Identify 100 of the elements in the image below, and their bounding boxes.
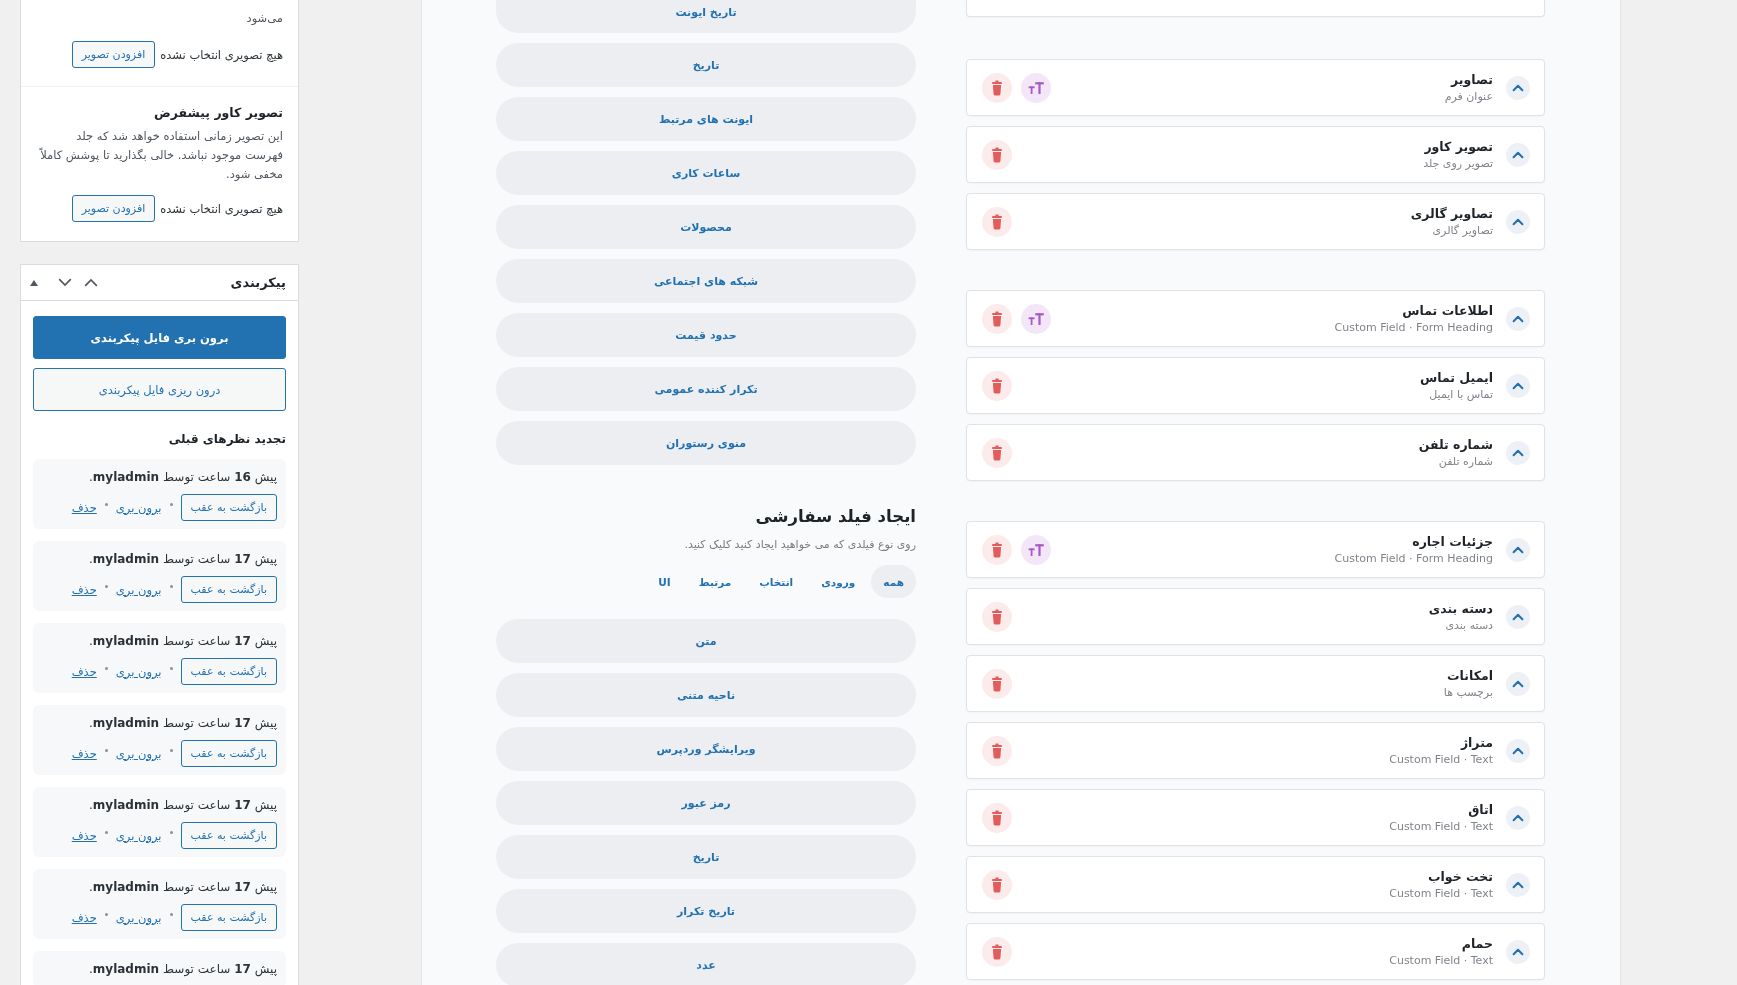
trash-icon[interactable] <box>982 735 1012 766</box>
dot-icon <box>169 831 173 834</box>
trash-icon[interactable] <box>982 534 1012 565</box>
chevron-up-icon[interactable] <box>84 278 98 287</box>
field-title: تصویر کاور <box>1423 137 1493 156</box>
chevron-up-icon[interactable] <box>1506 805 1530 830</box>
field-subtitle: Custom Field · Text <box>1389 885 1493 902</box>
export-button[interactable]: برون بری فایل پیکربندی <box>33 316 286 359</box>
filter-tab[interactable]: مرتبط <box>686 565 744 598</box>
field-subtitle: Custom Field · Text <box>1389 751 1493 768</box>
field-title: متراژ <box>1459 733 1493 752</box>
trash-icon[interactable] <box>982 869 1012 900</box>
revision-link[interactable]: برون بری <box>115 828 162 843</box>
field-title: جزئیات اجاره <box>1411 532 1493 551</box>
filter-tab[interactable]: همه <box>871 565 916 598</box>
field-type-button[interactable]: متن <box>496 619 916 663</box>
field-subtitle: Custom Field · Form Heading <box>1334 550 1493 567</box>
field-type-button[interactable]: محصولات <box>496 205 916 249</box>
chevron-up-icon[interactable] <box>1506 738 1530 763</box>
filter-tab[interactable]: انتخاب <box>747 565 806 598</box>
revision-link[interactable]: برون بری <box>115 746 162 761</box>
section-hint: روی نوع فیلدی که می خواهید ایجاد کنید کلیک کنید. <box>683 537 916 553</box>
trash-icon[interactable] <box>982 206 1012 237</box>
restore-button[interactable]: بازگشت به عقب <box>180 822 277 849</box>
revision-link[interactable]: حذف <box>71 910 97 925</box>
field-type-button[interactable]: منوی رستوران <box>496 421 916 465</box>
restore-button[interactable]: بازگشت به عقب <box>180 658 277 685</box>
field-type-button[interactable]: ناحیه متنی <box>496 673 916 717</box>
chevron-up-icon[interactable] <box>1506 75 1530 100</box>
restore-button[interactable]: بازگشت به عقب <box>180 576 277 603</box>
field-type-button[interactable]: شبکه های اجتماعی <box>496 259 916 303</box>
field-subtitle: تصاویر گالری <box>1431 222 1493 239</box>
field-type-button[interactable]: ساعات کاری <box>496 151 916 195</box>
add-image-button[interactable]: افزودن تصویر <box>71 195 156 222</box>
trash-icon[interactable] <box>982 72 1012 103</box>
field-title: تصاویر <box>1449 70 1493 89</box>
trash-icon[interactable] <box>982 802 1012 833</box>
trash-icon[interactable] <box>982 303 1012 334</box>
filter-tab[interactable]: UI <box>646 565 683 598</box>
dot-icon <box>169 503 173 506</box>
restore-button[interactable]: بازگشت به عقب <box>180 494 277 521</box>
field-type-button[interactable]: تاریخ تکرار <box>496 889 916 933</box>
trash-icon[interactable] <box>982 370 1012 401</box>
chevron-up-icon[interactable] <box>1506 604 1530 629</box>
trash-icon[interactable] <box>982 936 1012 967</box>
trash-icon[interactable] <box>982 139 1012 170</box>
trash-icon[interactable] <box>982 601 1012 632</box>
revision-link[interactable]: برون بری <box>115 664 162 679</box>
field-type-button[interactable]: تکرار کننده عمومی <box>496 367 916 411</box>
image-status-text: هیچ تصویری انتخاب نشده <box>160 47 283 62</box>
text-size-icon <box>1021 303 1051 334</box>
revision-link[interactable]: برون بری <box>115 910 162 925</box>
field-type-button[interactable]: ایونت های مرتبط <box>496 97 916 141</box>
field-type-button[interactable]: رمز عبور <box>496 781 916 825</box>
field-type-button[interactable]: تاریخ ایونت <box>496 0 916 33</box>
chevron-up-icon[interactable] <box>1506 939 1530 964</box>
restore-button[interactable]: بازگشت به عقب <box>180 740 277 767</box>
field-type-button[interactable]: تاریخ <box>496 835 916 879</box>
field-type-button[interactable]: ویرایشگر وردپرس <box>496 727 916 771</box>
field-title: تخت خواب <box>1427 867 1493 886</box>
field-subtitle: Custom Field · Text <box>1389 952 1493 969</box>
chevron-up-icon[interactable] <box>1506 209 1530 234</box>
field-title: شماره تلفن <box>1418 435 1493 454</box>
field-title: اطلاعات تماس <box>1401 301 1493 320</box>
text-size-icon <box>1021 534 1051 565</box>
restore-button[interactable]: بازگشت به عقب <box>180 904 277 931</box>
chevron-up-icon[interactable] <box>1506 440 1530 465</box>
chevron-up-icon[interactable] <box>1506 142 1530 167</box>
field-subtitle: شماره تلفن <box>1437 453 1493 470</box>
section-description: می‌شود <box>245 10 283 27</box>
field-type-button[interactable]: حدود قیمت <box>496 313 916 357</box>
revision-link[interactable]: حذف <box>71 828 97 843</box>
chevron-up-icon[interactable] <box>1506 373 1530 398</box>
panel-title: پیکربندی <box>230 275 286 290</box>
section-description: این تصویر زمانی استفاده خواهد شد که جلد فهرست موجود نباشد. خالی بگذارید تا پوشش کاملاً مخفی شود. <box>38 128 283 183</box>
revision-link[interactable]: حذف <box>71 664 97 679</box>
revision-link[interactable]: حذف <box>71 582 97 597</box>
revision-link[interactable]: برون بری <box>115 500 162 515</box>
field-subtitle: دسته بندی <box>1444 617 1493 634</box>
revision-link[interactable]: برون بری <box>115 582 162 597</box>
chevron-up-icon[interactable] <box>1506 872 1530 897</box>
chevron-up-icon[interactable] <box>1506 537 1530 562</box>
chevron-up-icon[interactable] <box>1506 671 1530 696</box>
field-type-button[interactable]: عدد <box>496 943 916 985</box>
chevron-up-icon[interactable] <box>1506 306 1530 331</box>
section-title: تصویر کاور پیشفرض <box>152 104 283 122</box>
chevron-down-icon[interactable] <box>58 278 72 287</box>
import-button[interactable]: درون ریزی فایل پیکربندی <box>33 368 286 411</box>
triangle-up-icon[interactable] <box>30 279 38 286</box>
field-type-button[interactable]: تاریخ <box>496 43 916 87</box>
add-image-button[interactable]: افزودن تصویر <box>71 41 156 68</box>
dot-icon <box>104 585 108 588</box>
revision-link[interactable]: حذف <box>71 500 97 515</box>
revisions-heading: تجدید نظرهای قبلی <box>167 431 286 448</box>
revision-link[interactable]: حذف <box>71 746 97 761</box>
filter-tab[interactable]: ورودی <box>809 565 868 598</box>
field-subtitle: تصویر روی جلد <box>1423 155 1493 172</box>
trash-icon[interactable] <box>982 668 1012 699</box>
field-title: دسته بندی <box>1428 599 1493 618</box>
trash-icon[interactable] <box>982 437 1012 468</box>
